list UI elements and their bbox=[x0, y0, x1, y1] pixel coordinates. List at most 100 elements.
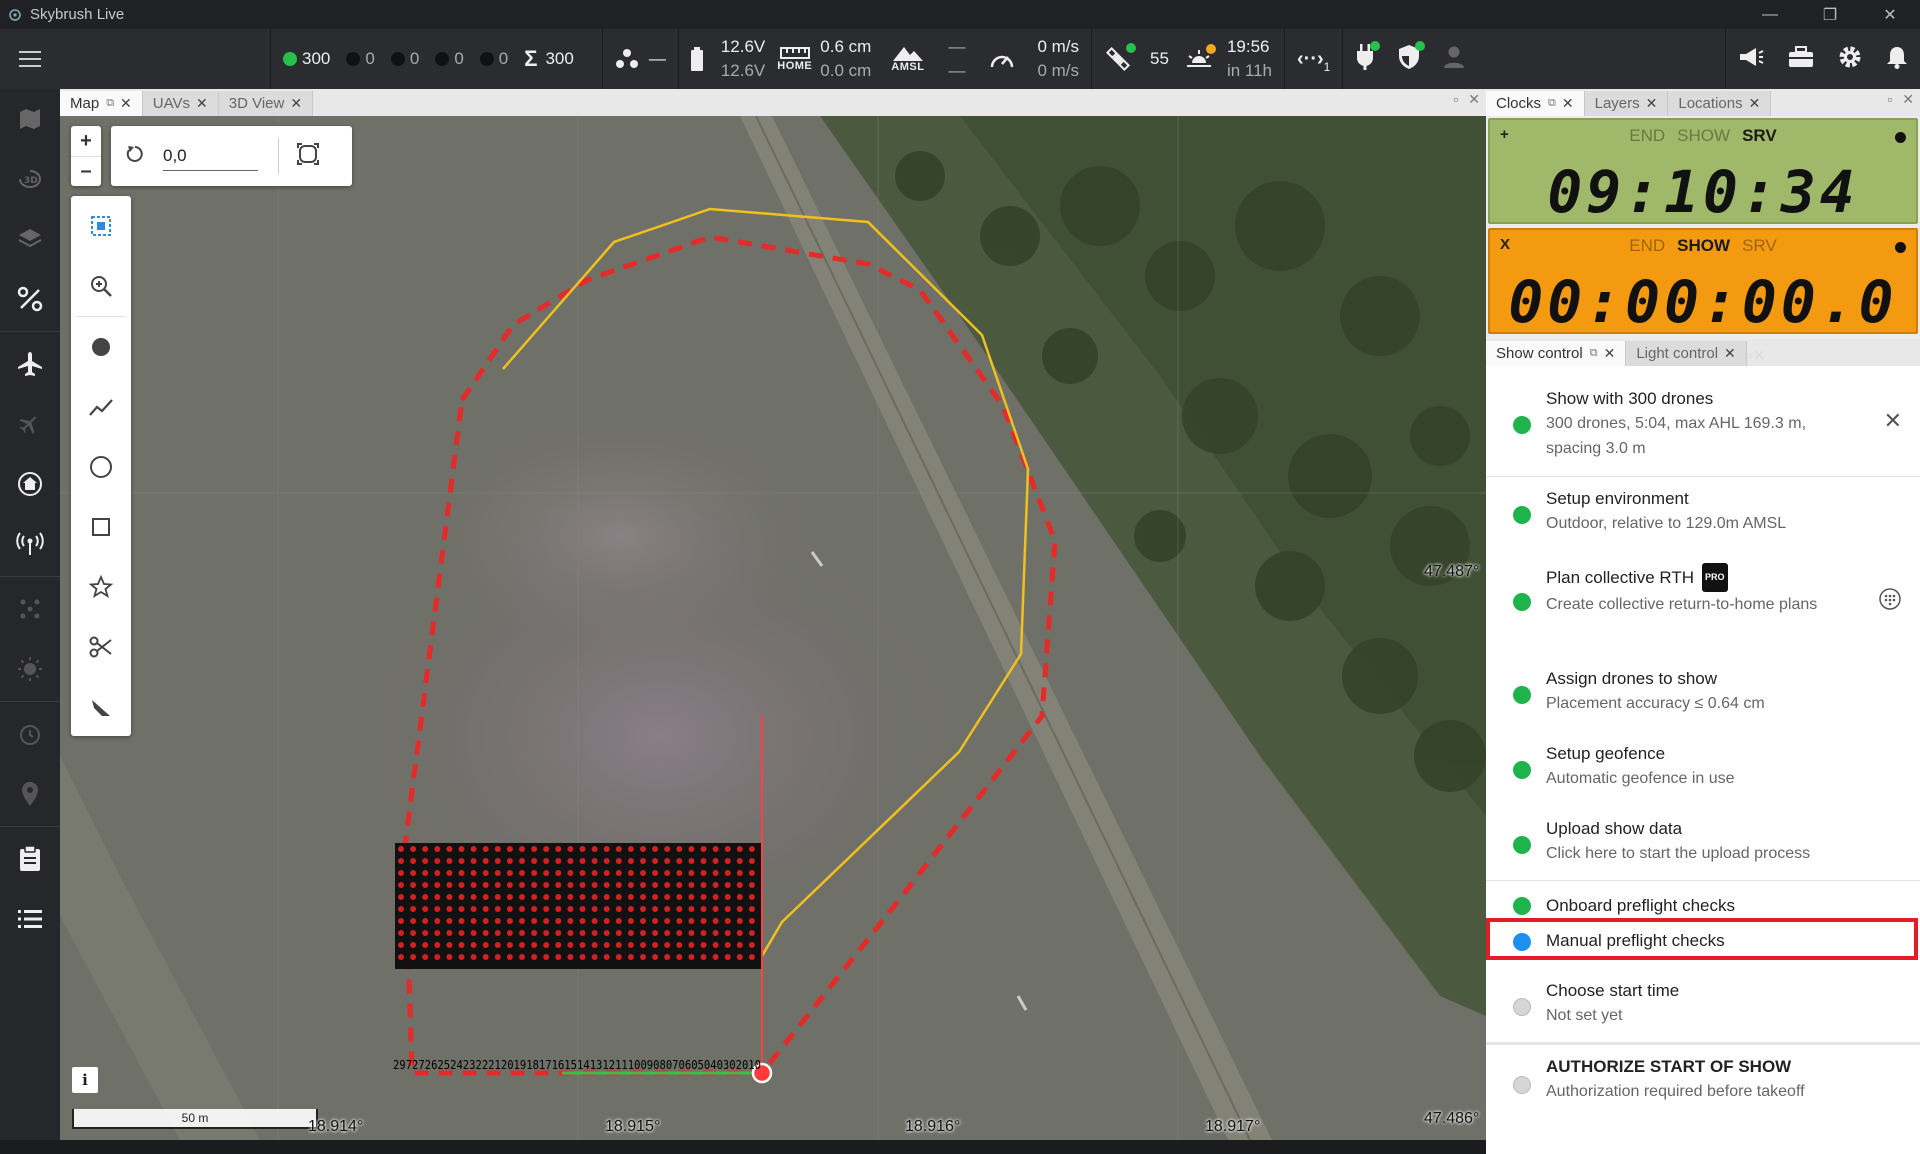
drone-marker[interactable] bbox=[579, 906, 586, 912]
drone-marker[interactable] bbox=[676, 858, 683, 864]
drone-marker[interactable] bbox=[519, 942, 525, 948]
drone-marker[interactable] bbox=[470, 882, 477, 888]
drone-marker[interactable] bbox=[724, 846, 731, 852]
drone-marker[interactable] bbox=[519, 882, 525, 888]
drone-marker[interactable] bbox=[627, 954, 634, 960]
drone-marker[interactable] bbox=[543, 906, 550, 912]
tab-3d-view[interactable]: 3D View ✕ bbox=[218, 91, 314, 116]
drone-marker[interactable] bbox=[410, 846, 417, 852]
drone-marker[interactable] bbox=[422, 954, 429, 960]
drone-marker[interactable] bbox=[700, 942, 707, 948]
drone-marker[interactable] bbox=[494, 870, 501, 876]
drone-marker[interactable] bbox=[506, 870, 513, 876]
cut-tool[interactable] bbox=[71, 617, 131, 677]
draw-circle-tool[interactable] bbox=[71, 437, 131, 497]
show-clock[interactable]: X END SHOW SRV 00:00:00.0 bbox=[1488, 228, 1918, 336]
drone-marker[interactable] bbox=[688, 882, 695, 888]
drone-marker[interactable] bbox=[446, 858, 453, 864]
drone-marker[interactable] bbox=[434, 930, 441, 936]
drone-marker[interactable] bbox=[736, 846, 743, 852]
battery-indicator[interactable]: 12.6V 12.6V bbox=[677, 29, 777, 89]
drone-marker[interactable] bbox=[398, 930, 404, 936]
drone-marker[interactable] bbox=[458, 882, 465, 888]
drone-marker[interactable] bbox=[543, 954, 550, 960]
hamburger-menu-button[interactable] bbox=[0, 29, 60, 89]
drone-marker[interactable] bbox=[519, 930, 525, 936]
drone-marker[interactable] bbox=[567, 882, 574, 888]
drone-marker[interactable] bbox=[458, 930, 465, 936]
drone-marker[interactable] bbox=[579, 894, 586, 900]
drone-marker[interactable] bbox=[712, 954, 719, 960]
drone-marker[interactable] bbox=[506, 942, 513, 948]
drone-marker[interactable] bbox=[446, 882, 453, 888]
drone-marker[interactable] bbox=[422, 918, 429, 924]
gear-icon[interactable] bbox=[1838, 45, 1862, 74]
drone-marker[interactable] bbox=[664, 846, 671, 852]
rotate-icon[interactable] bbox=[125, 144, 145, 169]
drone-marker[interactable] bbox=[494, 882, 501, 888]
drone-marker[interactable] bbox=[615, 870, 622, 876]
drone-marker[interactable] bbox=[603, 906, 610, 912]
drone-marker[interactable] bbox=[494, 906, 501, 912]
cluster-indicator[interactable]: — bbox=[601, 29, 678, 89]
step-assign-drones[interactable]: Assign drones to show Placement accuracy … bbox=[1486, 666, 1920, 721]
drone-marker[interactable] bbox=[422, 846, 429, 852]
tab-map[interactable]: Map ⧉ ✕ bbox=[60, 91, 143, 116]
drone-marker[interactable] bbox=[652, 918, 659, 924]
drone-marker[interactable] bbox=[446, 846, 453, 852]
drone-marker[interactable] bbox=[519, 906, 525, 912]
drone-marker[interactable] bbox=[603, 954, 610, 960]
drone-marker[interactable] bbox=[531, 882, 538, 888]
drone-marker[interactable] bbox=[724, 954, 731, 960]
drone-marker[interactable] bbox=[615, 906, 622, 912]
drone-marker[interactable] bbox=[482, 870, 489, 876]
drone-marker[interactable] bbox=[531, 870, 538, 876]
drone-marker[interactable] bbox=[531, 954, 538, 960]
close-tab-icon[interactable]: ✕ bbox=[1724, 345, 1736, 362]
close-tab-icon[interactable]: ✕ bbox=[290, 95, 302, 112]
drone-marker[interactable] bbox=[482, 846, 489, 852]
drone-marker[interactable] bbox=[446, 954, 453, 960]
drone-marker[interactable] bbox=[506, 858, 513, 864]
drone-marker[interactable] bbox=[688, 942, 695, 948]
drone-marker[interactable] bbox=[603, 858, 610, 864]
drone-marker[interactable] bbox=[482, 918, 489, 924]
drone-marker[interactable] bbox=[482, 930, 489, 936]
drone-marker[interactable] bbox=[506, 846, 513, 852]
drone-marker[interactable] bbox=[640, 930, 646, 936]
drone-marker[interactable] bbox=[688, 870, 695, 876]
drone-marker[interactable] bbox=[506, 930, 513, 936]
drone-marker[interactable] bbox=[664, 870, 671, 876]
drone-marker[interactable] bbox=[398, 858, 404, 864]
drone-marker[interactable] bbox=[688, 918, 695, 924]
drone-marker[interactable] bbox=[603, 894, 610, 900]
drone-marker[interactable] bbox=[482, 906, 489, 912]
step-plan-rth[interactable]: Plan collective RTH PRO Create collective … bbox=[1486, 563, 1920, 643]
drone-marker[interactable] bbox=[398, 942, 404, 948]
drone-marker[interactable] bbox=[531, 930, 538, 936]
drone-marker[interactable] bbox=[434, 846, 441, 852]
drone-marker[interactable] bbox=[446, 942, 453, 948]
drone-marker[interactable] bbox=[434, 918, 441, 924]
drone-marker[interactable] bbox=[398, 846, 404, 852]
drone-marker[interactable] bbox=[640, 954, 646, 960]
drone-marker[interactable] bbox=[506, 954, 513, 960]
drone-marker[interactable] bbox=[700, 858, 707, 864]
drone-marker[interactable] bbox=[422, 858, 429, 864]
drone-marker[interactable] bbox=[470, 870, 477, 876]
amsl-indicator[interactable]: AMSL — — bbox=[883, 29, 977, 89]
drone-marker[interactable] bbox=[688, 858, 695, 864]
step-manual-preflight[interactable]: Manual preflight checks bbox=[1486, 928, 1920, 958]
drone-marker[interactable] bbox=[458, 918, 465, 924]
drone-marker[interactable] bbox=[736, 870, 743, 876]
drone-marker[interactable] bbox=[676, 906, 683, 912]
drone-marker[interactable] bbox=[627, 846, 634, 852]
drone-marker[interactable] bbox=[712, 918, 719, 924]
drone-marker[interactable] bbox=[398, 906, 404, 912]
drone-marker[interactable] bbox=[567, 870, 574, 876]
drone-marker[interactable] bbox=[640, 882, 646, 888]
drone-marker[interactable] bbox=[591, 882, 598, 888]
maximize-panel-icon[interactable]: ▫ bbox=[1453, 91, 1458, 108]
drone-marker[interactable] bbox=[700, 894, 707, 900]
step-show-file[interactable]: Show with 300 drones 300 drones, 5:04, ma… bbox=[1486, 386, 1920, 466]
